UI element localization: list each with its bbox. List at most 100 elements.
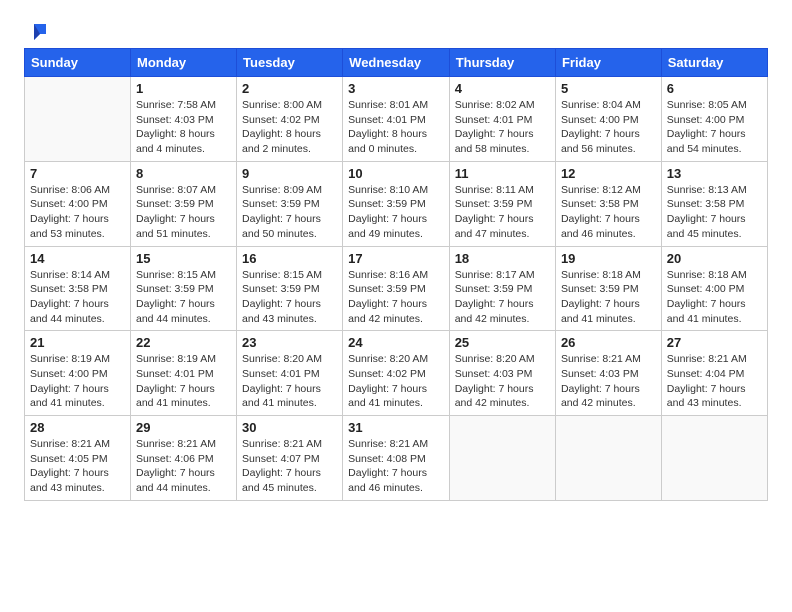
day-info: Sunrise: 8:02 AMSunset: 4:01 PMDaylight:… xyxy=(455,98,550,157)
day-number: 19 xyxy=(561,251,656,266)
calendar-cell: 1Sunrise: 7:58 AMSunset: 4:03 PMDaylight… xyxy=(131,77,237,162)
day-number: 6 xyxy=(667,81,762,96)
day-number: 29 xyxy=(136,420,231,435)
day-info: Sunrise: 8:20 AMSunset: 4:02 PMDaylight:… xyxy=(348,352,444,411)
calendar-cell: 27Sunrise: 8:21 AMSunset: 4:04 PMDayligh… xyxy=(661,331,767,416)
col-header-saturday: Saturday xyxy=(661,49,767,77)
day-info: Sunrise: 8:15 AMSunset: 3:59 PMDaylight:… xyxy=(242,268,337,327)
logo-icon xyxy=(26,20,48,42)
day-info: Sunrise: 8:07 AMSunset: 3:59 PMDaylight:… xyxy=(136,183,231,242)
calendar-cell: 16 Sunrise: 8:15 AMSunset: 3:59 PMDayligh… xyxy=(237,246,343,331)
day-info: Sunrise: 8:18 AMSunset: 3:59 PMDaylight:… xyxy=(561,268,656,327)
calendar-cell: 23 Sunrise: 8:20 AMSunset: 4:01 PMDayligh… xyxy=(237,331,343,416)
day-number: 5 xyxy=(561,81,656,96)
calendar-header-row: SundayMondayTuesdayWednesdayThursdayFrid… xyxy=(25,49,768,77)
calendar-cell: 12 Sunrise: 8:12 AMSunset: 3:58 PMDayligh… xyxy=(555,161,661,246)
day-number: 12 xyxy=(561,166,656,181)
col-header-tuesday: Tuesday xyxy=(237,49,343,77)
calendar-cell: 4 Sunrise: 8:02 AMSunset: 4:01 PMDaylight… xyxy=(449,77,555,162)
col-header-thursday: Thursday xyxy=(449,49,555,77)
day-info: Sunrise: 8:15 AMSunset: 3:59 PMDaylight:… xyxy=(136,268,231,327)
calendar-cell: 9 Sunrise: 8:09 AMSunset: 3:59 PMDaylight… xyxy=(237,161,343,246)
day-number: 4 xyxy=(455,81,550,96)
day-info: Sunrise: 8:21 AMSunset: 4:06 PMDaylight:… xyxy=(136,437,231,496)
day-info: Sunrise: 8:21 AMSunset: 4:08 PMDaylight:… xyxy=(348,437,444,496)
calendar-cell: 3Sunrise: 8:01 AMSunset: 4:01 PMDaylight… xyxy=(343,77,450,162)
day-number: 8 xyxy=(136,166,231,181)
day-number: 7 xyxy=(30,166,125,181)
calendar-cell xyxy=(661,416,767,501)
calendar-cell xyxy=(449,416,555,501)
day-info: Sunrise: 8:06 AMSunset: 4:00 PMDaylight:… xyxy=(30,183,125,242)
day-info: Sunrise: 8:21 AMSunset: 4:03 PMDaylight:… xyxy=(561,352,656,411)
day-number: 24 xyxy=(348,335,444,350)
day-info: Sunrise: 8:09 AMSunset: 3:59 PMDaylight:… xyxy=(242,183,337,242)
calendar-cell: 17 Sunrise: 8:16 AMSunset: 3:59 PMDayligh… xyxy=(343,246,450,331)
day-number: 14 xyxy=(30,251,125,266)
day-info: Sunrise: 8:13 AMSunset: 3:58 PMDaylight:… xyxy=(667,183,762,242)
day-number: 11 xyxy=(455,166,550,181)
day-number: 21 xyxy=(30,335,125,350)
calendar-cell: 18Sunrise: 8:17 AMSunset: 3:59 PMDayligh… xyxy=(449,246,555,331)
calendar-cell: 7 Sunrise: 8:06 AMSunset: 4:00 PMDaylight… xyxy=(25,161,131,246)
calendar-cell xyxy=(555,416,661,501)
calendar-cell: 6 Sunrise: 8:05 AMSunset: 4:00 PMDaylight… xyxy=(661,77,767,162)
day-number: 18 xyxy=(455,251,550,266)
calendar-cell: 8 Sunrise: 8:07 AMSunset: 3:59 PMDaylight… xyxy=(131,161,237,246)
calendar-week-row: 1Sunrise: 7:58 AMSunset: 4:03 PMDaylight… xyxy=(25,77,768,162)
day-number: 10 xyxy=(348,166,444,181)
day-info: Sunrise: 8:14 AMSunset: 3:58 PMDaylight:… xyxy=(30,268,125,327)
col-header-friday: Friday xyxy=(555,49,661,77)
calendar-cell: 11 Sunrise: 8:11 AMSunset: 3:59 PMDayligh… xyxy=(449,161,555,246)
calendar-cell: 29 Sunrise: 8:21 AMSunset: 4:06 PMDayligh… xyxy=(131,416,237,501)
calendar-cell: 22 Sunrise: 8:19 AMSunset: 4:01 PMDayligh… xyxy=(131,331,237,416)
day-info: Sunrise: 8:20 AMSunset: 4:01 PMDaylight:… xyxy=(242,352,337,411)
day-info: Sunrise: 8:21 AMSunset: 4:05 PMDaylight:… xyxy=(30,437,125,496)
day-info: Sunrise: 8:05 AMSunset: 4:00 PMDaylight:… xyxy=(667,98,762,157)
calendar-cell: 2 Sunrise: 8:00 AMSunset: 4:02 PMDaylight… xyxy=(237,77,343,162)
day-info: Sunrise: 7:58 AMSunset: 4:03 PMDaylight:… xyxy=(136,98,231,157)
calendar-cell: 28 Sunrise: 8:21 AMSunset: 4:05 PMDayligh… xyxy=(25,416,131,501)
calendar-cell: 30 Sunrise: 8:21 AMSunset: 4:07 PMDayligh… xyxy=(237,416,343,501)
day-number: 23 xyxy=(242,335,337,350)
calendar-cell: 14 Sunrise: 8:14 AMSunset: 3:58 PMDayligh… xyxy=(25,246,131,331)
col-header-wednesday: Wednesday xyxy=(343,49,450,77)
day-number: 20 xyxy=(667,251,762,266)
calendar-cell: 20 Sunrise: 8:18 AMSunset: 4:00 PMDayligh… xyxy=(661,246,767,331)
calendar-cell: 10Sunrise: 8:10 AMSunset: 3:59 PMDayligh… xyxy=(343,161,450,246)
day-number: 9 xyxy=(242,166,337,181)
day-number: 28 xyxy=(30,420,125,435)
day-info: Sunrise: 8:12 AMSunset: 3:58 PMDaylight:… xyxy=(561,183,656,242)
day-info: Sunrise: 8:04 AMSunset: 4:00 PMDaylight:… xyxy=(561,98,656,157)
col-header-sunday: Sunday xyxy=(25,49,131,77)
calendar-week-row: 7 Sunrise: 8:06 AMSunset: 4:00 PMDaylight… xyxy=(25,161,768,246)
calendar-cell: 5 Sunrise: 8:04 AMSunset: 4:00 PMDaylight… xyxy=(555,77,661,162)
calendar-cell: 19 Sunrise: 8:18 AMSunset: 3:59 PMDayligh… xyxy=(555,246,661,331)
day-info: Sunrise: 8:21 AMSunset: 4:07 PMDaylight:… xyxy=(242,437,337,496)
day-number: 3 xyxy=(348,81,444,96)
day-number: 17 xyxy=(348,251,444,266)
calendar-cell: 31 Sunrise: 8:21 AMSunset: 4:08 PMDayligh… xyxy=(343,416,450,501)
day-number: 27 xyxy=(667,335,762,350)
day-info: Sunrise: 8:19 AMSunset: 4:01 PMDaylight:… xyxy=(136,352,231,411)
calendar-week-row: 14 Sunrise: 8:14 AMSunset: 3:58 PMDayligh… xyxy=(25,246,768,331)
day-number: 16 xyxy=(242,251,337,266)
day-info: Sunrise: 8:00 AMSunset: 4:02 PMDaylight:… xyxy=(242,98,337,157)
day-number: 31 xyxy=(348,420,444,435)
calendar-cell: 26 Sunrise: 8:21 AMSunset: 4:03 PMDayligh… xyxy=(555,331,661,416)
day-number: 22 xyxy=(136,335,231,350)
calendar-cell: 25Sunrise: 8:20 AMSunset: 4:03 PMDayligh… xyxy=(449,331,555,416)
col-header-monday: Monday xyxy=(131,49,237,77)
logo-text xyxy=(24,20,48,38)
calendar-cell: 13 Sunrise: 8:13 AMSunset: 3:58 PMDayligh… xyxy=(661,161,767,246)
day-number: 2 xyxy=(242,81,337,96)
day-number: 26 xyxy=(561,335,656,350)
day-info: Sunrise: 8:18 AMSunset: 4:00 PMDaylight:… xyxy=(667,268,762,327)
day-info: Sunrise: 8:16 AMSunset: 3:59 PMDaylight:… xyxy=(348,268,444,327)
calendar-week-row: 21Sunrise: 8:19 AMSunset: 4:00 PMDayligh… xyxy=(25,331,768,416)
day-number: 30 xyxy=(242,420,337,435)
day-info: Sunrise: 8:11 AMSunset: 3:59 PMDaylight:… xyxy=(455,183,550,242)
page-header xyxy=(24,20,768,38)
calendar-cell: 21Sunrise: 8:19 AMSunset: 4:00 PMDayligh… xyxy=(25,331,131,416)
day-number: 13 xyxy=(667,166,762,181)
